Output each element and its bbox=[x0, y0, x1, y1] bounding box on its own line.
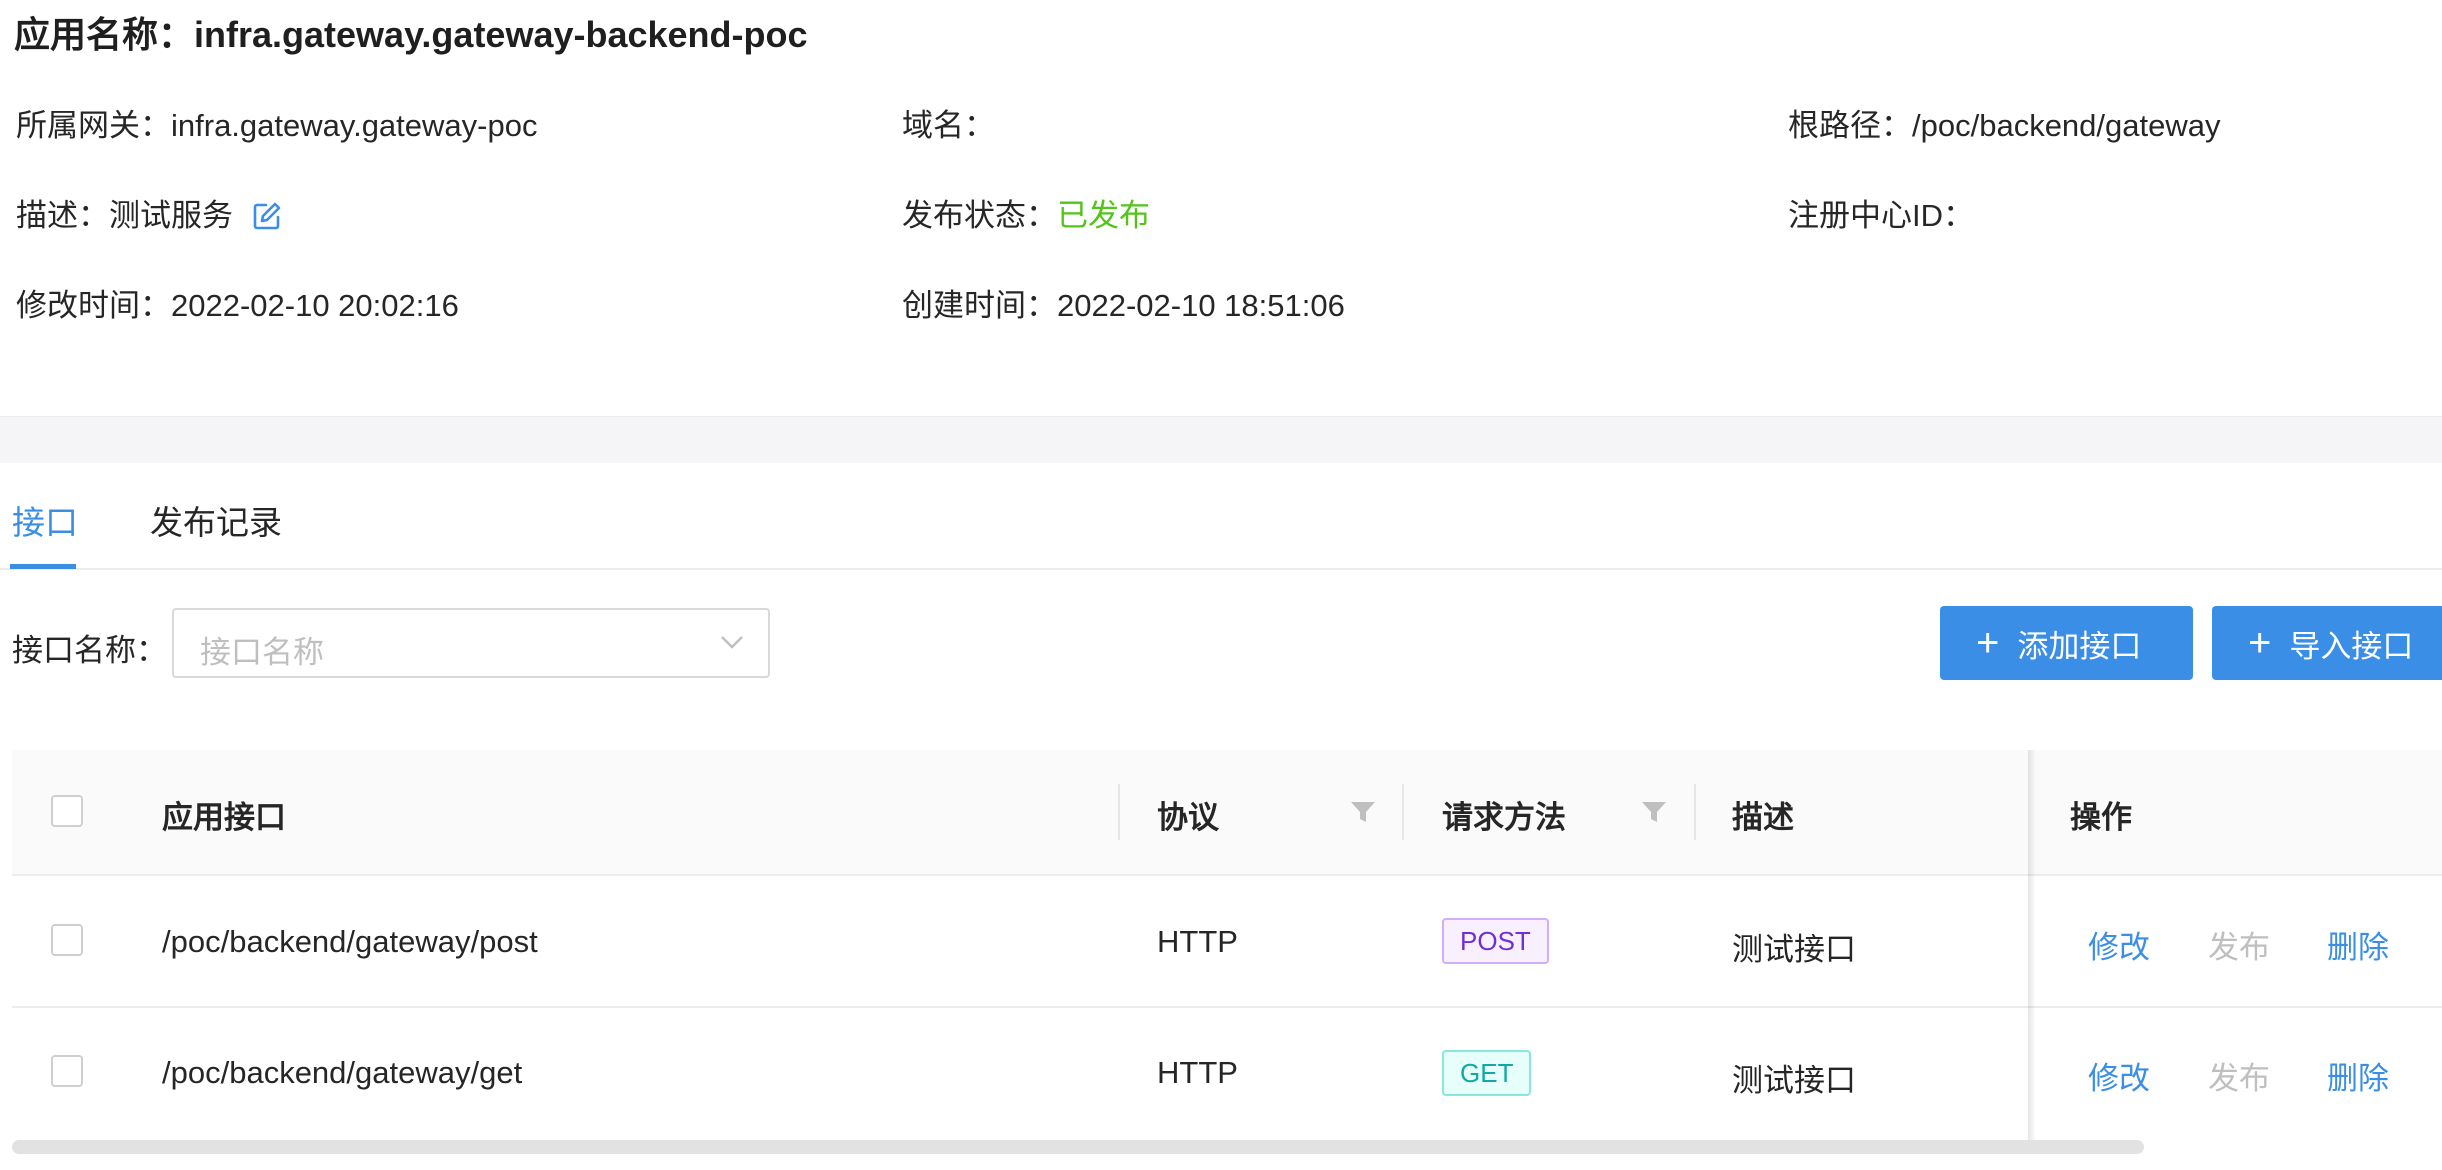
registry-info: 注册中心ID： bbox=[1788, 190, 1974, 235]
column-header-protocol: 协议 bbox=[1157, 800, 1219, 835]
row-protocol: HTTP bbox=[1157, 924, 1238, 959]
modified-time-value: 2022-02-10 20:02:16 bbox=[171, 288, 459, 323]
delete-link[interactable]: 删除 bbox=[2327, 922, 2389, 967]
delete-link[interactable]: 删除 bbox=[2327, 1053, 2389, 1098]
gateway-info: 所属网关：infra.gateway.gateway-poc bbox=[16, 100, 537, 145]
row-path: /poc/backend/gateway/get bbox=[162, 1055, 523, 1090]
modified-time-label: 修改时间： bbox=[16, 288, 171, 323]
publish-status-label: 发布状态： bbox=[902, 198, 1057, 233]
method-tag-post: POST bbox=[1442, 918, 1549, 964]
edit-link[interactable]: 修改 bbox=[2088, 1053, 2150, 1098]
row-path: /poc/backend/gateway/post bbox=[162, 924, 538, 959]
row-checkbox[interactable] bbox=[51, 924, 83, 956]
publish-link-disabled: 发布 bbox=[2208, 1061, 2270, 1096]
horizontal-scrollbar[interactable] bbox=[12, 1140, 2144, 1154]
import-interface-label: 导入接口 bbox=[2289, 628, 2414, 664]
app-title-label: 应用名称： bbox=[14, 14, 195, 55]
row-method: GET bbox=[1442, 1050, 1532, 1096]
row-protocol: HTTP bbox=[1157, 1055, 1238, 1090]
chevron-down-icon bbox=[720, 634, 744, 655]
plus-icon: + bbox=[2248, 621, 2272, 665]
app-title: 应用名称：infra.gateway.gateway-backend-poc bbox=[14, 6, 808, 58]
add-interface-button[interactable]: + 添加接口 bbox=[1940, 606, 2193, 680]
column-header-actions: 操作 bbox=[2070, 800, 2132, 835]
row-method: POST bbox=[1442, 918, 1549, 964]
gateway-label: 所属网关： bbox=[16, 108, 171, 143]
row-divider bbox=[12, 1006, 2442, 1008]
edit-icon[interactable] bbox=[252, 201, 282, 239]
root-path-label: 根路径： bbox=[1788, 108, 1912, 143]
publish-link-disabled: 发布 bbox=[2208, 930, 2270, 965]
edit-link[interactable]: 修改 bbox=[2088, 922, 2150, 967]
modified-time-info: 修改时间：2022-02-10 20:02:16 bbox=[16, 280, 459, 325]
created-time-label: 创建时间： bbox=[902, 288, 1057, 323]
column-divider bbox=[1694, 784, 1696, 840]
fixed-column-shadow bbox=[2028, 750, 2036, 1140]
tab-publish-records[interactable]: 发布记录 bbox=[150, 496, 282, 544]
publish-status-value: 已发布 bbox=[1057, 198, 1150, 233]
description-value: 测试服务 bbox=[109, 198, 233, 233]
add-interface-label: 添加接口 bbox=[2017, 628, 2142, 664]
select-all-checkbox[interactable] bbox=[51, 795, 83, 827]
tab-interfaces[interactable]: 接口 bbox=[12, 496, 78, 544]
column-header-description: 描述 bbox=[1732, 800, 1794, 835]
row-checkbox[interactable] bbox=[51, 1055, 83, 1087]
tabs-divider bbox=[0, 568, 2442, 570]
column-divider bbox=[1402, 784, 1404, 840]
created-time-info: 创建时间：2022-02-10 18:51:06 bbox=[902, 280, 1345, 325]
publish-status-info: 发布状态：已发布 bbox=[902, 190, 1150, 235]
domain-info: 域名： bbox=[902, 100, 995, 145]
description-label: 描述： bbox=[16, 198, 109, 233]
import-interface-button[interactable]: + 导入接口 bbox=[2212, 606, 2442, 680]
created-time-value: 2022-02-10 18:51:06 bbox=[1057, 288, 1345, 323]
active-tab-indicator bbox=[10, 564, 76, 569]
column-header-path: 应用接口 bbox=[162, 800, 286, 835]
interface-name-label: 接口名称： bbox=[12, 633, 167, 668]
protocol-filter-icon[interactable] bbox=[1350, 800, 1376, 829]
plus-icon: + bbox=[1976, 621, 2000, 665]
column-divider bbox=[1118, 784, 1120, 840]
app-title-value: infra.gateway.gateway-backend-poc bbox=[194, 14, 808, 55]
row-description: 测试接口 bbox=[1732, 932, 1856, 967]
row-description: 测试接口 bbox=[1732, 1063, 1856, 1098]
interface-name-placeholder: 接口名称 bbox=[200, 635, 324, 670]
interface-name-select[interactable]: 接口名称 bbox=[172, 608, 770, 678]
method-tag-get: GET bbox=[1442, 1050, 1532, 1096]
root-path-value: /poc/backend/gateway bbox=[1912, 108, 2221, 143]
column-header-method: 请求方法 bbox=[1442, 800, 1566, 835]
root-path-info: 根路径：/poc/backend/gateway bbox=[1788, 100, 2221, 145]
domain-label: 域名： bbox=[902, 108, 995, 143]
registry-label: 注册中心ID： bbox=[1788, 198, 1974, 233]
gateway-value: infra.gateway.gateway-poc bbox=[171, 108, 538, 143]
method-filter-icon[interactable] bbox=[1641, 800, 1667, 829]
section-divider bbox=[0, 416, 2442, 463]
description-info: 描述：测试服务 bbox=[16, 190, 282, 239]
